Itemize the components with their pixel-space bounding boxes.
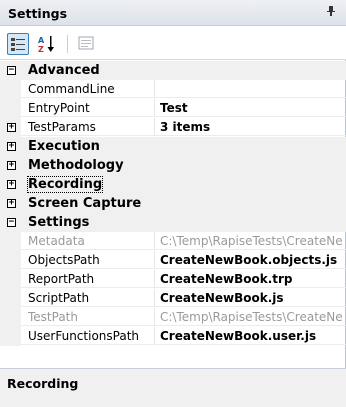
property-value[interactable]: CreateNewBook.objects.js <box>155 251 346 269</box>
property-value[interactable]: C:\Temp\RapiseTests\CreateNe <box>155 232 346 250</box>
categorized-button[interactable] <box>7 33 29 55</box>
property-toolbar: A Z <box>0 26 346 60</box>
expand-icon[interactable]: + <box>7 161 16 170</box>
category-execution[interactable]: + Execution <box>0 137 346 156</box>
category-advanced[interactable]: − Advanced <box>0 61 346 80</box>
property-name: CommandLine <box>21 80 155 98</box>
toolbar-separator <box>67 35 68 53</box>
category-screen-capture[interactable]: + Screen Capture <box>0 194 346 213</box>
expand-icon[interactable]: + <box>7 180 16 189</box>
category-settings[interactable]: − Settings <box>0 213 346 232</box>
property-row-metadata[interactable]: Metadata C:\Temp\RapiseTests\CreateNe <box>0 232 346 251</box>
description-title: Recording <box>7 376 79 391</box>
alphabetical-button[interactable]: A Z <box>36 33 58 55</box>
expand-icon[interactable]: + <box>7 199 16 208</box>
property-name: ReportPath <box>21 270 155 288</box>
category-label: Execution <box>28 139 100 154</box>
panel-titlebar: Settings <box>0 0 346 26</box>
property-name: ObjectsPath <box>21 251 155 269</box>
panel-title: Settings <box>8 6 68 21</box>
collapse-icon[interactable]: − <box>7 218 16 227</box>
property-value[interactable]: CreateNewBook.user.js <box>155 327 346 345</box>
category-label: Settings <box>28 215 90 230</box>
expand-icon[interactable]: + <box>7 123 16 132</box>
property-row-objectspath[interactable]: ObjectsPath CreateNewBook.objects.js <box>0 251 346 270</box>
property-value[interactable]: Test <box>155 99 346 117</box>
categorized-icon <box>11 38 25 51</box>
property-value[interactable] <box>155 80 346 98</box>
expand-icon[interactable]: + <box>7 142 16 151</box>
property-name: TestPath <box>21 308 155 326</box>
pin-icon[interactable] <box>326 5 336 20</box>
property-row-reportpath[interactable]: ReportPath CreateNewBook.trp <box>0 270 346 289</box>
property-pages-icon <box>78 36 94 50</box>
svg-text:Z: Z <box>38 45 44 54</box>
sort-az-icon: A Z <box>38 36 54 54</box>
property-name: UserFunctionsPath <box>21 327 155 345</box>
property-row-scriptpath[interactable]: ScriptPath CreateNewBook.js <box>0 289 346 308</box>
svg-text:A: A <box>38 36 45 45</box>
settings-panel: Settings A Z − Advanced CommandLine Entr… <box>0 0 346 407</box>
property-value[interactable]: CreateNewBook.trp <box>155 270 346 288</box>
property-name: ScriptPath <box>21 289 155 307</box>
category-methodology[interactable]: + Methodology <box>0 156 346 175</box>
property-row-testpath[interactable]: TestPath C:\Temp\RapiseTests\CreateNe <box>0 308 346 327</box>
category-label: Screen Capture <box>28 196 142 211</box>
category-label: Advanced <box>28 63 100 78</box>
property-value[interactable]: C:\Temp\RapiseTests\CreateNe <box>155 308 346 326</box>
property-name: EntryPoint <box>21 99 155 117</box>
property-value[interactable]: 3 items <box>155 118 346 136</box>
property-row-entrypoint[interactable]: EntryPoint Test <box>0 99 346 118</box>
property-pages-button[interactable] <box>76 33 98 55</box>
property-row-commandline[interactable]: CommandLine <box>0 80 346 99</box>
property-name: Metadata <box>21 232 155 250</box>
property-row-userfunctionspath[interactable]: UserFunctionsPath CreateNewBook.user.js <box>0 327 346 346</box>
property-row-testparams[interactable]: + TestParams 3 items <box>0 118 346 137</box>
property-value[interactable]: CreateNewBook.js <box>155 289 346 307</box>
property-name: TestParams <box>21 118 155 136</box>
collapse-icon[interactable]: − <box>7 66 16 75</box>
description-pane: Recording <box>0 368 346 407</box>
category-recording[interactable]: + Recording <box>0 175 346 194</box>
category-label: Methodology <box>28 158 124 173</box>
property-grid: − Advanced CommandLine EntryPoint Test +… <box>0 61 346 346</box>
category-label: Recording <box>26 176 104 193</box>
